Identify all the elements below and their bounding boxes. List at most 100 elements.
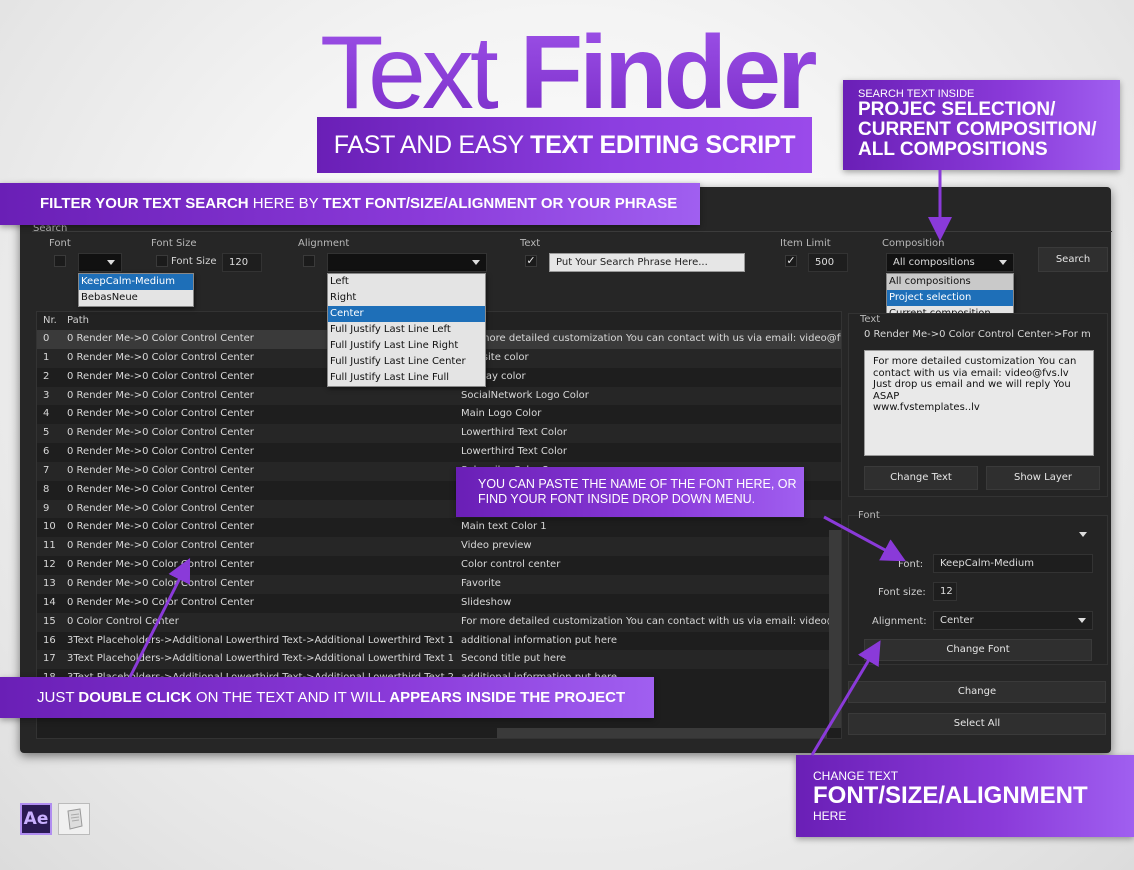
callout-scope-line3: ALL COMPOSITIONS (858, 139, 1048, 160)
column-header-nr[interactable]: Nr. (43, 312, 57, 330)
after-effects-icon: Ae (20, 803, 52, 835)
callout-scope-line2: CURRENT COMPOSITION/ (858, 119, 1097, 140)
hero-subtitle: FAST AND EASY TEXT EDITING SCRIPT (317, 117, 812, 173)
table-row[interactable]: 6 0 Render Me->0 Color Control Center Lowe… (37, 443, 841, 462)
chevron-down-icon (999, 260, 1007, 265)
font-name-input[interactable]: KeepCalm-Medium (933, 554, 1093, 573)
cell-text: For more detailed customization You can … (461, 333, 842, 344)
search-phrase-input[interactable]: Put Your Search Phrase Here... (549, 253, 745, 272)
callout-dbl-bold2: APPEARS INSIDE THE PROJECT (389, 689, 626, 706)
cell-nr: 16 (43, 634, 56, 646)
font-option[interactable]: BebasNeue (79, 290, 193, 306)
alignment-field-label: Alignment: (872, 616, 927, 627)
table-row[interactable]: 10 0 Render Me->0 Color Control Center Mai… (37, 518, 841, 537)
cell-text: Lowerthird Text Color (461, 446, 567, 458)
hero-title: Text Finder (320, 18, 820, 128)
cell-path: 0 Render Me->0 Color Control Center (67, 370, 254, 382)
cell-nr: 4 (43, 408, 50, 420)
cell-path: 0 Render Me->0 Color Control Center (67, 521, 254, 533)
callout-font-line2: FIND YOUR FONT INSIDE DROP DOWN MENU. (478, 492, 756, 506)
change-font-button[interactable]: Change Font (864, 639, 1092, 661)
composition-selected-value: All compositions (893, 257, 975, 268)
font-name-dropdown[interactable] (858, 525, 1094, 544)
callout-filter-bold2: TEXT FONT/SIZE/ALIGNMENT OR YOUR PHRASE (322, 195, 678, 212)
font-size-field-label: Font size: (878, 587, 926, 598)
table-row[interactable]: 3 0 Render Me->0 Color Control Center Soci… (37, 386, 841, 406)
cell-nr: 15 (43, 615, 56, 627)
table-row[interactable]: 13 0 Render Me->0 Color Control Center Fav… (37, 574, 841, 594)
cell-path: 0 Render Me->0 Color Control Center (67, 464, 254, 476)
item-limit-input[interactable]: 500 (808, 253, 848, 272)
text-filter-label: Text (520, 238, 541, 249)
vertical-scrollbar[interactable] (829, 530, 841, 728)
cell-path: 3Text Placeholders->Additional Lowerthir… (67, 653, 455, 665)
callout-font: YOU CAN PASTE THE NAME OF THE FONT HERE,… (456, 467, 804, 517)
cell-text: Slideshow (461, 596, 512, 608)
change-button[interactable]: Change (848, 681, 1106, 703)
select-all-button[interactable]: Select All (848, 713, 1106, 735)
text-filter-checkbox[interactable]: ✓ (525, 255, 537, 267)
cell-nr: 13 (43, 577, 56, 589)
table-row[interactable]: 17 3Text Placeholders->Additional Lowerth… (37, 650, 841, 670)
font-size-filter-checkbox[interactable] (156, 255, 168, 267)
cell-nr: 5 (43, 427, 50, 439)
cell-nr: 17 (43, 653, 56, 665)
alignment-filter-checkbox[interactable] (303, 255, 315, 267)
font-group-label: Font (858, 510, 880, 521)
callout-font-line1: YOU CAN PASTE THE NAME OF THE FONT HERE,… (478, 477, 797, 491)
alignment-option[interactable]: Full Justify Last Line Full (328, 370, 485, 386)
table-row[interactable]: 16 3Text Placeholders->Additional Lowerth… (37, 632, 841, 651)
alignment-option[interactable]: Center (328, 306, 485, 322)
horizontal-scrollbar[interactable] (497, 728, 827, 738)
callout-filter: FILTER YOUR TEXT SEARCH HERE BY TEXT FON… (0, 183, 700, 225)
alignment-dropdown[interactable]: Center (933, 611, 1093, 630)
cell-nr: 1 (43, 351, 50, 363)
cell-text: SocialNetwork Logo Color (461, 389, 589, 401)
alignment-filter-dropdown[interactable] (327, 253, 487, 272)
cell-path: 0 Render Me->0 Color Control Center (67, 540, 254, 552)
font-size-input[interactable]: 12 (933, 582, 957, 601)
composition-option[interactable]: All compositions (887, 274, 1013, 290)
cell-nr: 9 (43, 502, 50, 514)
alignment-option[interactable]: Full Justify Last Line Center (328, 354, 485, 370)
alignment-filter-label: Alignment (298, 238, 350, 249)
callout-change-small1: CHANGE TEXT (813, 769, 899, 783)
alignment-option[interactable]: Right (328, 290, 485, 306)
show-layer-button[interactable]: Show Layer (986, 466, 1100, 490)
alignment-option[interactable]: Left (328, 274, 485, 290)
table-row[interactable]: 11 0 Render Me->0 Color Control Center Vid… (37, 537, 841, 557)
cell-nr: 7 (43, 464, 50, 476)
callout-dbl-light2: ON THE TEXT AND IT WILL (191, 689, 390, 706)
table-row[interactable]: 4 0 Render Me->0 Color Control Center Main… (37, 405, 841, 424)
table-row[interactable]: 15 0 Color Control Center For more detaile… (37, 612, 841, 632)
table-row[interactable]: 14 0 Render Me->0 Color Control Center Sli… (37, 594, 841, 613)
text-content-area[interactable]: For more detailed customization You can … (864, 350, 1094, 456)
script-icon (58, 803, 90, 835)
composition-option[interactable]: Project selection (887, 290, 1013, 306)
composition-label: Composition (882, 238, 945, 249)
font-filter-dropdown[interactable] (78, 253, 122, 272)
alignment-option[interactable]: Full Justify Last Line Left (328, 322, 485, 338)
change-text-button[interactable]: Change Text (864, 466, 978, 490)
font-size-filter-input[interactable]: 120 (222, 253, 262, 272)
chevron-down-icon (1079, 532, 1087, 537)
alignment-option[interactable]: Full Justify Last Line Right (328, 338, 485, 354)
cell-path: 0 Render Me->0 Color Control Center (67, 389, 254, 401)
font-option[interactable]: KeepCalm-Medium (79, 274, 193, 290)
search-button[interactable]: Search (1038, 247, 1108, 272)
item-limit-checkbox[interactable]: ✓ (785, 255, 797, 267)
table-row[interactable]: 5 0 Render Me->0 Color Control Center Lowe… (37, 424, 841, 444)
cell-nr: 8 (43, 483, 50, 495)
cell-nr: 14 (43, 596, 56, 608)
hero-subtitle-bold: TEXT EDITING SCRIPT (530, 131, 796, 159)
cell-path: 0 Render Me->0 Color Control Center (67, 333, 254, 344)
composition-dropdown[interactable]: All compositions (886, 253, 1014, 272)
cell-path: 0 Render Me->0 Color Control Center (67, 351, 254, 363)
column-header-path[interactable]: Path (67, 312, 89, 330)
cell-path: 0 Render Me->0 Color Control Center (67, 483, 254, 495)
font-filter-checkbox[interactable] (54, 255, 66, 267)
cell-path: 0 Render Me->0 Color Control Center (67, 427, 254, 439)
chevron-down-icon (472, 260, 480, 265)
cell-nr: 12 (43, 559, 56, 571)
table-row[interactable]: 12 0 Render Me->0 Color Control Center Col… (37, 556, 841, 575)
